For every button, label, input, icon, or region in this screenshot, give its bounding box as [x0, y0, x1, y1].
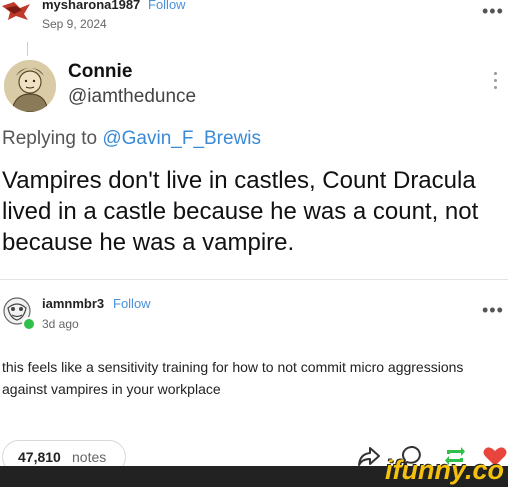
notes-count[interactable]: 47,810 [18, 449, 61, 465]
tweet-handle[interactable]: @iamthedunce [68, 86, 196, 108]
divider [0, 279, 508, 280]
reblog-body: this feels like a sensitivity training f… [2, 359, 464, 397]
post-more-icon[interactable]: ••• [482, 2, 504, 20]
reblog-more-icon[interactable]: ••• [482, 301, 504, 319]
user-avatar[interactable] [0, 0, 34, 22]
replying-to-mention[interactable]: @Gavin_F_Brewis [102, 128, 261, 149]
tweet-display-name[interactable]: Connie [68, 61, 132, 83]
tweet-more-icon[interactable] [494, 72, 498, 92]
reblog-follow-button[interactable]: Follow [113, 296, 151, 311]
post-header: mysharona1987 Follow Sep 9, 2024 ••• [0, 0, 508, 36]
tweet-avatar[interactable] [4, 60, 56, 112]
post-date: Sep 9, 2024 [42, 17, 107, 31]
replying-to-prefix: Replying to [2, 128, 103, 149]
replying-to-line: Replying to @Gavin_F_Brewis [2, 128, 261, 150]
tweet-body: Vampires don't live in castles, Count Dr… [2, 167, 479, 256]
ifunny-watermark: ifunny.co [385, 455, 504, 485]
post-username[interactable]: mysharona1987 [42, 0, 140, 12]
reblog-date: 3d ago [42, 317, 79, 331]
share-icon[interactable] [356, 444, 382, 468]
reblog-username[interactable]: iamnmbr3 [42, 296, 104, 311]
reblog-badge-icon [22, 317, 36, 331]
follow-button[interactable]: Follow [148, 0, 186, 12]
thread-line [27, 42, 28, 56]
notes-label[interactable]: notes [72, 449, 106, 465]
